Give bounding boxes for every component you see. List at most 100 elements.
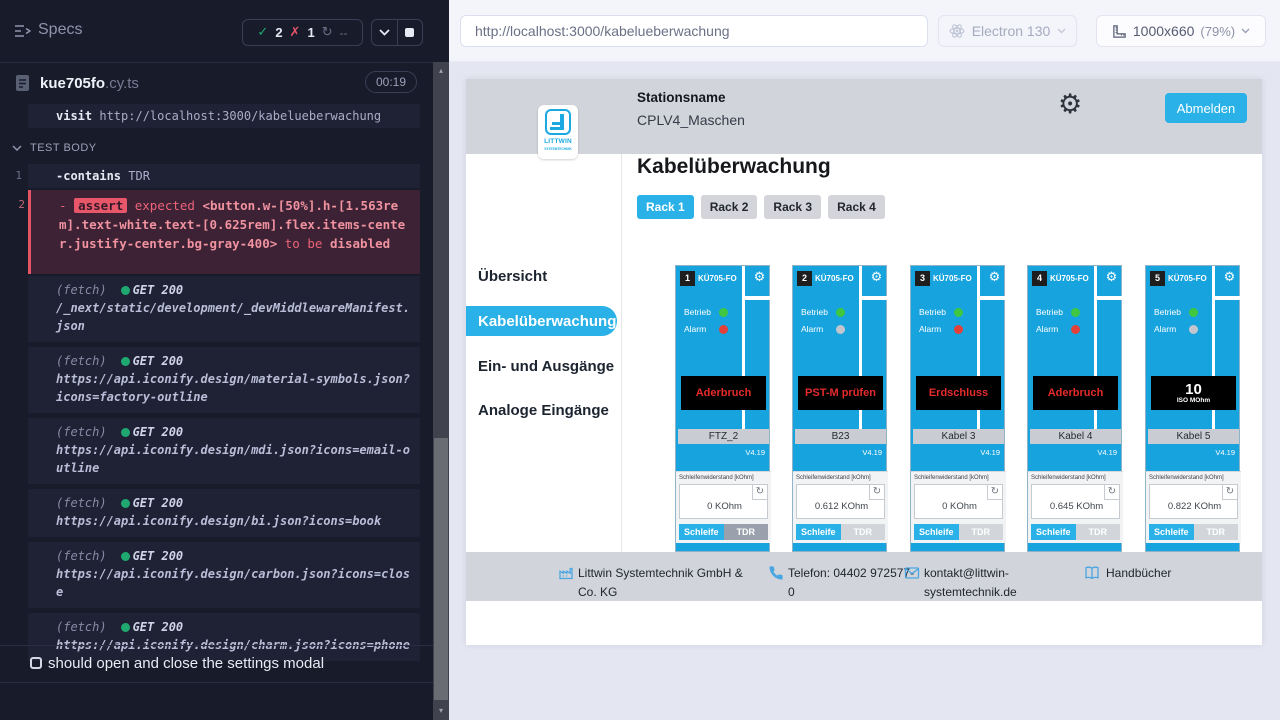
tdr-button[interactable]: TDR — [841, 524, 886, 540]
phone-icon — [768, 565, 784, 581]
card-gear-icon[interactable]: ⚙ — [1100, 270, 1123, 285]
fetch-url: https://api.iconify.design/carbon.json?i… — [56, 565, 410, 601]
betrieb-led — [836, 308, 845, 317]
sidebar-item-kabelueberwachung[interactable]: Kabelüberwachung — [466, 306, 617, 336]
tdr-button[interactable]: TDR — [1076, 524, 1121, 540]
tab-rack-2[interactable]: Rack 2 — [701, 195, 758, 219]
fetch-log-row[interactable]: (fetch)GET 200 https://api.iconify.desig… — [28, 418, 420, 484]
spec-file-row[interactable]: kue705fo.cy.ts 00:19 — [0, 63, 433, 105]
sidebar-item-ein-und-ausgaenge[interactable]: Ein- und Ausgänge — [478, 358, 614, 375]
viewport-zoom: (79%) — [1200, 24, 1235, 39]
fetch-log-row[interactable]: (fetch)GET 200 https://api.iconify.desig… — [28, 489, 420, 537]
betrieb-label: Betrieb — [684, 307, 713, 317]
network-log: (fetch)GET 200 /_next/static/development… — [28, 276, 420, 666]
schleife-button[interactable]: Schleife — [1149, 524, 1194, 540]
browser-name: Electron 130 — [972, 23, 1051, 39]
status-ok-icon — [121, 428, 130, 437]
schleife-button[interactable]: Schleife — [914, 524, 959, 540]
viewport-select[interactable]: 1000x660 (79%) — [1096, 15, 1266, 47]
factory-icon — [558, 565, 574, 581]
alarm-label: Alarm — [1036, 324, 1065, 334]
specs-menu-icon[interactable] — [14, 23, 32, 44]
test-body-label: TEST BODY — [30, 142, 97, 154]
faceplate-gap — [1215, 296, 1241, 300]
measurement-panel: Schleifenwiderstand [kOhm] ↻ 0.645 KOhm … — [1028, 471, 1123, 543]
command-assert-failed[interactable]: 2 - assert expected <button.w-[50%].h-[1… — [28, 190, 420, 274]
device-card-3: 3 KÜ705-FO ⚙ Betrieb Alarm Erdschluss Ka… — [910, 265, 1005, 552]
refresh-icon[interactable]: ↻ — [869, 485, 884, 500]
fetch-log-row[interactable]: (fetch)GET 200 https://api.iconify.desig… — [28, 347, 420, 413]
tab-rack-4[interactable]: Rack 4 — [828, 195, 885, 219]
resistance-value-box: ↻ 0.822 KOhm — [1149, 484, 1238, 519]
resistance-value: 0.822 KOhm — [1150, 501, 1239, 512]
reporter-scrollbar[interactable]: ▴ ▾ — [433, 62, 449, 720]
assert-state: disabled — [330, 236, 390, 251]
tab-rack-3[interactable]: Rack 3 — [764, 195, 821, 219]
app-under-test: Stationsname CPLV4_Maschen ⚙ Abmelden LI… — [466, 79, 1262, 645]
betrieb-label: Betrieb — [919, 307, 948, 317]
card-gear-icon[interactable]: ⚙ — [748, 270, 771, 285]
alarm-led — [1071, 325, 1080, 334]
schleife-button[interactable]: Schleife — [679, 524, 724, 540]
betrieb-label: Betrieb — [1036, 307, 1065, 317]
refresh-icon[interactable]: ↻ — [987, 485, 1002, 500]
url-input[interactable] — [461, 16, 927, 46]
specs-title[interactable]: Specs — [38, 21, 82, 39]
fetch-log-row[interactable]: (fetch)GET 200 https://api.iconify.desig… — [28, 542, 420, 608]
card-gear-icon[interactable]: ⚙ — [983, 270, 1006, 285]
test-stats: ✓ 2 ✗ 1 ↻ -- — [242, 19, 363, 46]
measurement-panel: Schleifenwiderstand [kOhm] ↻ 0.822 KOhm … — [1146, 471, 1241, 543]
pending-test-row[interactable]: should open and close the settings modal — [0, 646, 433, 682]
stop-icon — [405, 28, 414, 37]
slot-number-badge: 4 — [1032, 271, 1047, 286]
scroll-down-icon[interactable]: ▾ — [433, 704, 449, 718]
logout-button[interactable]: Abmelden — [1165, 93, 1247, 123]
slot-number-badge: 3 — [915, 271, 930, 286]
app-sidebar: Übersicht Kabelüberwachung Ein- und Ausg… — [466, 154, 622, 552]
logo-text: LITTWIN — [538, 138, 578, 145]
firmware-version: V4.19 — [1215, 448, 1235, 457]
fetch-status: GET 200 — [133, 620, 184, 634]
scroll-up-icon[interactable]: ▴ — [433, 64, 449, 78]
cable-label: FTZ_2 — [678, 429, 769, 444]
command-contains[interactable]: 1 -contains TDR — [28, 164, 420, 188]
sidebar-item-analoge-eingaenge[interactable]: Analoge Eingänge — [478, 402, 609, 419]
tdr-button[interactable]: TDR — [1194, 524, 1239, 540]
command-visit[interactable]: 1 visit http://localhost:3000/kabelueber… — [28, 104, 420, 128]
schleife-button[interactable]: Schleife — [796, 524, 841, 540]
tab-rack-1[interactable]: Rack 1 — [637, 195, 694, 219]
cable-label: Kabel 3 — [913, 429, 1004, 444]
command-arg: http://localhost:3000/kabelueberwachung — [99, 109, 381, 123]
betrieb-label: Betrieb — [1154, 307, 1183, 317]
collapse-button[interactable] — [372, 20, 397, 45]
footer-email: kontakt@littwin-systemtechnik.de — [924, 564, 1046, 601]
fetch-log-row[interactable]: (fetch)GET 200 /_next/static/development… — [28, 276, 420, 342]
device-model: KÜ705-FO — [933, 274, 972, 283]
browser-select[interactable]: Electron 130 — [938, 15, 1077, 47]
refresh-icon[interactable]: ↻ — [1222, 485, 1237, 500]
betrieb-led — [1189, 308, 1198, 317]
stop-button[interactable] — [397, 20, 423, 45]
faceplate-gap — [1097, 296, 1123, 300]
slot-number-badge: 5 — [1150, 271, 1165, 286]
refresh-icon[interactable]: ↻ — [1104, 485, 1119, 500]
fetch-status: GET 200 — [133, 425, 184, 439]
screen: Specs ✓ 2 ✗ 1 ↻ -- — [0, 0, 1280, 720]
test-body-section[interactable]: TEST BODY — [12, 138, 97, 158]
firmware-version: V4.19 — [862, 448, 882, 457]
fetch-label: (fetch) — [56, 549, 107, 563]
chevron-down-icon — [379, 29, 390, 36]
footer-manuals-link[interactable]: Handbücher — [1106, 564, 1171, 583]
card-gear-icon[interactable]: ⚙ — [1218, 270, 1241, 285]
settings-gear-icon[interactable]: ⚙ — [1058, 91, 1082, 118]
tdr-button[interactable]: TDR — [724, 524, 769, 540]
fetch-label: (fetch) — [56, 620, 107, 634]
schleife-button[interactable]: Schleife — [1031, 524, 1076, 540]
tdr-button[interactable]: TDR — [959, 524, 1004, 540]
refresh-icon[interactable]: ↻ — [752, 485, 767, 500]
card-gear-icon[interactable]: ⚙ — [865, 270, 888, 285]
assert-to-be: to be — [285, 236, 323, 251]
device-display: Aderbruch — [1033, 376, 1118, 410]
sidebar-item-uebersicht[interactable]: Übersicht — [478, 268, 547, 285]
scrollbar-thumb[interactable] — [434, 438, 448, 700]
